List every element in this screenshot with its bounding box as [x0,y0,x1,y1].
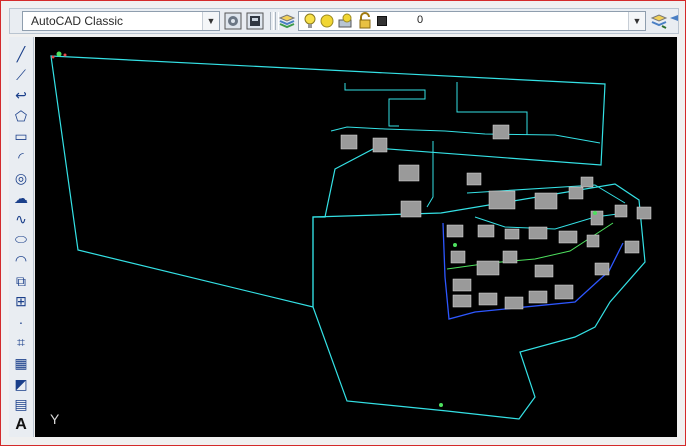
building [534,192,558,210]
sun-freeze-icon[interactable] [319,12,337,30]
marker [453,243,457,247]
building [554,284,574,300]
app-window: AutoCAD Classic ▼ 0 ▼ ╱ ⟋ ↩ ⬠ ▭ ◜ ◎ ☁ ∿ … [0,0,686,446]
insert-block-icon[interactable]: ⧉ [12,272,30,290]
road-east [456,82,528,135]
layer-previous-icon[interactable] [650,12,668,30]
viewport-freeze-icon[interactable] [337,12,355,30]
marker [51,55,55,59]
construction-line-icon[interactable]: ⟋ [12,66,30,84]
building [568,186,584,200]
building [594,262,610,276]
building [478,292,498,306]
building [372,137,388,153]
workspace-value: AutoCAD Classic [31,14,124,28]
building [398,164,420,182]
building [400,200,422,218]
marker [439,403,443,407]
make-block-icon[interactable]: ⊞ [12,292,30,310]
draw-toolbar: ╱ ⟋ ↩ ⬠ ▭ ◜ ◎ ☁ ∿ ⬭ ◠ ⧉ ⊞ · ⌗ ▦ ◩ ▤ A [9,37,34,437]
table-icon[interactable]: ▤ [12,395,30,413]
building [590,210,604,226]
workspace-dropdown[interactable]: AutoCAD Classic ▼ [22,11,220,31]
building [452,278,472,292]
ucs-y-label: Y [50,411,60,427]
circle-icon[interactable]: ◎ [12,169,30,187]
chevron-down-icon[interactable]: ▼ [202,12,219,30]
building [492,124,510,140]
line-icon[interactable]: ╱ [12,45,30,63]
chevron-down-icon[interactable]: ▼ [628,12,645,30]
building [528,290,548,304]
building [446,224,464,238]
marker [63,53,67,57]
ellipse-arc-icon[interactable]: ◠ [12,251,30,269]
layer-dropdown[interactable]: 0 ▼ [298,11,646,31]
drawing-canvas[interactable]: Y [35,37,677,437]
ellipse-icon[interactable]: ⬭ [12,230,30,248]
building [504,228,520,240]
polygon-icon[interactable]: ⬠ [12,107,30,125]
building [614,204,628,218]
building [477,224,495,238]
layer-states-icon[interactable] [670,12,678,30]
marker [56,51,62,57]
lock-icon[interactable] [357,12,375,30]
road-north [344,83,426,127]
customize-icon[interactable] [246,12,264,30]
building [476,260,500,276]
arc-icon[interactable]: ◜ [12,148,30,166]
building [340,134,358,150]
layer-manager-icon[interactable] [278,12,296,30]
parcel-north [50,55,606,308]
color-square-icon [377,16,387,26]
toolbar-separator [270,12,274,30]
building [636,206,652,220]
region-icon[interactable]: ◩ [12,375,30,393]
building [534,264,554,278]
building [528,226,548,240]
service-line [330,126,601,144]
building [586,234,600,248]
building [502,250,518,264]
building [624,240,640,254]
hatch-icon[interactable]: ⌗ [12,333,30,351]
marker [593,211,597,215]
point-icon[interactable]: · [12,313,30,331]
rectangle-icon[interactable]: ▭ [12,127,30,145]
spline-icon[interactable]: ∿ [12,210,30,228]
building [558,230,578,244]
building [450,250,466,264]
polyline-icon[interactable]: ↩ [12,86,30,104]
service-line-2 [426,141,434,208]
building-blocks [340,124,652,310]
top-toolbar: AutoCAD Classic ▼ 0 ▼ [9,8,679,34]
building [504,296,524,310]
building [466,172,482,186]
gradient-icon[interactable]: ▦ [12,354,30,372]
drawing-svg [50,51,652,420]
revision-cloud-icon[interactable]: ☁ [12,189,30,207]
multiline-text-icon[interactable]: A [12,416,30,434]
workspace-settings-icon[interactable] [224,12,242,30]
building [580,176,594,188]
layer-value: 0 [417,14,424,26]
building [452,294,472,308]
building [488,190,516,210]
